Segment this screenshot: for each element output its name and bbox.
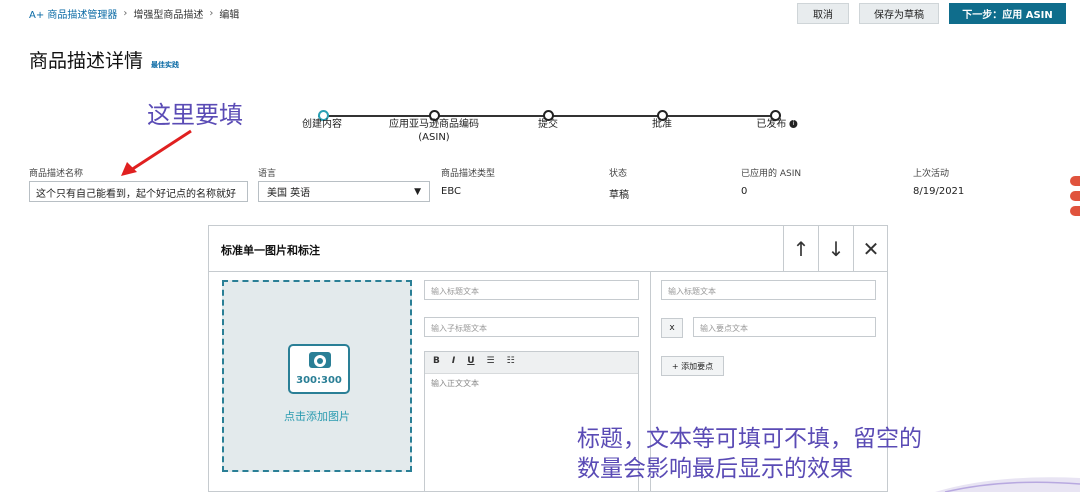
language-select[interactable]: 美国 英语 ▼	[258, 181, 430, 202]
cancel-button[interactable]: 取消	[797, 3, 849, 24]
step-label-published-text: 已发布	[756, 119, 787, 130]
body-text-placeholder: 输入正文文本	[431, 379, 479, 388]
bold-button[interactable]: B	[433, 356, 440, 369]
subheading-input[interactable]: 输入子标题文本	[424, 317, 639, 337]
side-tool-icon[interactable]	[1070, 206, 1080, 216]
step-label-apply-asin: 应用亚马逊商品编码 (ASIN)	[389, 118, 479, 144]
title-row: 商品描述详情 最佳实践	[29, 46, 179, 73]
module-title: 标准单一图片和标注	[221, 244, 320, 257]
asin-value: 0	[741, 186, 748, 197]
annotation-note-line2: 数量会影响最后显示的效果	[577, 456, 853, 482]
breadcrumb-enhanced-description[interactable]: 增强型商品描述	[133, 6, 203, 21]
remove-bullet-button[interactable]: x	[661, 318, 683, 338]
info-icon[interactable]: i	[789, 120, 798, 128]
add-image-text: 点击添加图片	[284, 410, 350, 423]
breadcrumb: A+ 商品描述管理器 › 增强型商品描述 › 编辑	[29, 6, 239, 21]
top-actions: 取消 保存为草稿 下一步：应用 ASIN	[797, 3, 1066, 24]
page-title: 商品描述详情	[29, 50, 144, 72]
decorative-swoosh	[935, 477, 1080, 492]
annotation-fill-here: 这里要填	[147, 101, 243, 129]
step-label-create: 创建内容	[302, 119, 342, 130]
page: A+ 商品描述管理器 › 增强型商品描述 › 编辑 取消 保存为草稿 下一步：应…	[0, 0, 1080, 492]
breadcrumb-aplus-manager[interactable]: A+ 商品描述管理器	[29, 6, 117, 21]
bullet-list-icon[interactable]: ☰	[487, 356, 495, 369]
language-label: 语言	[258, 169, 277, 179]
bullet-input[interactable]: 输入要点文本	[693, 317, 876, 337]
step-label-published: 已发布 i	[756, 118, 798, 131]
language-value: 美国 英语	[267, 188, 311, 199]
italic-button[interactable]: I	[452, 356, 455, 369]
underline-button[interactable]: U	[467, 356, 474, 369]
annotation-note-line1: 标题，文本等可填可不填，留空的	[577, 426, 922, 452]
type-value: EBC	[441, 186, 461, 197]
editor-toolbar: B I U ☰ ☷	[425, 352, 638, 374]
activity-label: 上次活动	[913, 169, 950, 179]
status-value: 草稿	[609, 190, 629, 201]
status-label: 状态	[609, 169, 628, 179]
side-tool-icon[interactable]	[1070, 191, 1080, 201]
add-bullet-button[interactable]: + 添加要点	[661, 356, 724, 376]
asin-label: 已应用的 ASIN	[741, 169, 802, 179]
annotation-note: 标题，文本等可填可不填，留空的 数量会影响最后显示的效果	[577, 424, 922, 484]
step-label-apply-asin-text: 应用亚马逊商品编码	[389, 119, 479, 130]
breadcrumb-separator: ›	[209, 8, 214, 19]
activity-value: 8/19/2021	[913, 186, 965, 197]
camera-icon: 300:300	[288, 344, 350, 394]
save-draft-button[interactable]: 保存为草稿	[859, 3, 939, 24]
module-header: 标准单一图片和标注 ↑ ↓ ✕	[209, 226, 887, 272]
dropdown-caret-icon: ▼	[414, 186, 421, 197]
image-size-label: 300:300	[296, 375, 342, 386]
move-down-button[interactable]: ↓	[818, 226, 853, 272]
breadcrumb-separator: ›	[123, 8, 128, 19]
step-label-apply-asin-sub: (ASIN)	[418, 132, 450, 143]
best-practice-link[interactable]: 最佳实践	[151, 60, 179, 70]
right-heading-input[interactable]: 输入标题文本	[661, 280, 876, 300]
red-arrow-icon	[121, 129, 192, 176]
next-apply-asin-button[interactable]: 下一步：应用 ASIN	[949, 3, 1066, 24]
image-dropzone[interactable]: 300:300 点击添加图片	[222, 280, 412, 472]
step-label-submit: 提交	[538, 119, 558, 130]
breadcrumb-edit: 编辑	[219, 10, 240, 21]
move-up-button[interactable]: ↑	[783, 226, 818, 272]
numbered-list-icon[interactable]: ☷	[507, 356, 515, 369]
side-tool-icon[interactable]	[1070, 176, 1080, 186]
heading-input[interactable]: 输入标题文本	[424, 280, 639, 300]
remove-module-button[interactable]: ✕	[853, 226, 888, 272]
step-label-approve: 批准	[652, 119, 672, 130]
name-label: 商品描述名称	[29, 169, 84, 179]
description-name-input[interactable]: 这个只有自己能看到，起个好记点的名称就好	[29, 181, 248, 202]
type-label: 商品描述类型	[441, 169, 496, 179]
